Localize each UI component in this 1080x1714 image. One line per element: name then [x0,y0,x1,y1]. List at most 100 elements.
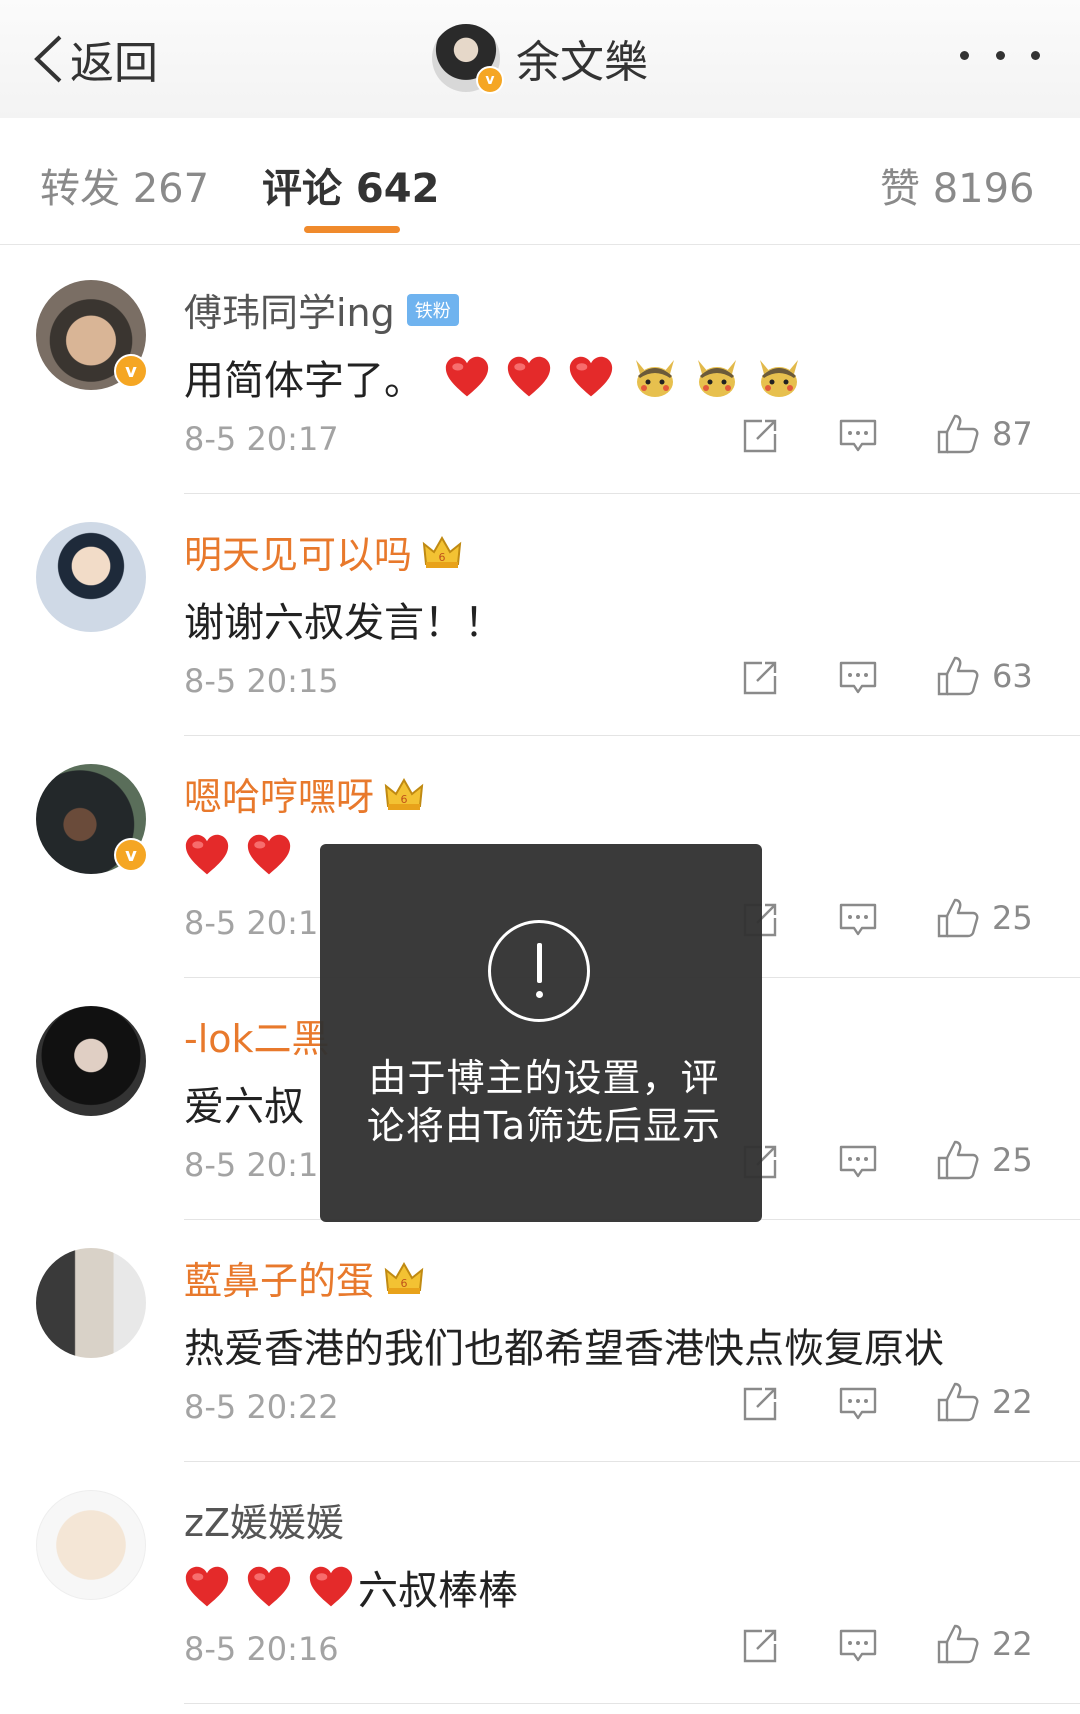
like-count: 22 [992,1625,1033,1663]
nav-bar: 返回 v 余文樂 [0,0,1080,119]
back-label: 返回 [70,38,158,89]
reply-icon[interactable] [838,900,878,940]
heart-emoji-icon [444,354,490,400]
pikachu-emoji-icon [692,354,742,400]
pikachu-emoji-icon [630,354,680,400]
thumbs-up-icon [936,412,980,456]
comment-text-content: 六叔棒棒 [358,1568,518,1614]
comment-username[interactable]: 藍鼻子的蛋 [184,1250,374,1305]
like-button[interactable]: 22 [936,1622,1033,1666]
like-button[interactable]: 63 [936,654,1033,698]
comment-text-content: 爱六叔 [184,1084,304,1130]
comment-time: 8-5 20:17 [184,420,339,458]
comment-username[interactable]: 嗯哈哼嘿呀 [184,766,374,821]
verified-icon: v [114,354,148,388]
comment-username[interactable]: 傅玮同学ing [184,282,395,337]
share-icon[interactable] [740,416,780,456]
comment-username[interactable]: -lok二黑 [184,1008,330,1063]
avatar[interactable]: v [36,764,148,874]
thumbs-up-icon [936,1138,980,1182]
like-count: 25 [992,1141,1033,1179]
verified-icon: v [114,838,148,872]
comment-user: -lok二黑 [184,1008,330,1063]
comment-time: 8-5 20:16 [184,1630,339,1668]
tab-repost[interactable]: 转发 267 [40,156,209,214]
like-count: 25 [992,899,1033,937]
comment-time: 8-5 20:15 [184,662,339,700]
like-button[interactable]: 25 [936,1138,1033,1182]
heart-emoji-icon [246,1564,292,1610]
comment-user: 明天见可以吗 [184,524,462,579]
like-button[interactable]: 25 [936,896,1033,940]
comment-time: 8-5 20:1 [184,1146,319,1184]
like-count: 87 [992,415,1033,453]
heart-emoji-icon [506,354,552,400]
crown-icon [384,776,424,812]
tab-likes[interactable]: 赞 8196 [880,156,1035,214]
like-button[interactable]: 87 [936,412,1033,456]
thumbs-up-icon [936,654,980,698]
comment-username[interactable]: 明天见可以吗 [184,524,412,579]
like-count: 63 [992,657,1033,695]
thumbs-up-icon [936,1622,980,1666]
tab-bar: 转发 267 评论 642 赞 8196 [0,118,1080,245]
comment-time: 8-5 20:1 [184,904,319,942]
heart-emoji-icon [246,832,292,878]
share-icon[interactable] [740,1384,780,1424]
comment-time: 8-5 20:22 [184,1388,339,1426]
list-item: 明天见可以吗 谢谢六叔发言！！ 8-5 20:15 63 [0,494,1080,736]
comment-text: 六叔棒棒 [184,1558,518,1616]
reply-icon[interactable] [838,1142,878,1182]
thumbs-up-icon [936,1380,980,1424]
back-button[interactable]: 返回 [32,24,158,94]
reply-icon[interactable] [838,1626,878,1666]
toast-dialog: 由于博主的设置，评论将由Ta筛选后显示 [320,844,762,1222]
comment-username[interactable]: zZ媛媛媛 [184,1492,344,1547]
share-icon[interactable] [740,1626,780,1666]
comment-text-content: 热爱香港的我们也都希望香港快点恢复原状 [184,1326,944,1372]
reply-icon[interactable] [838,658,878,698]
verified-icon: v [476,66,504,94]
comment-user: 藍鼻子的蛋 [184,1250,424,1305]
chevron-left-icon [34,35,62,83]
thumbs-up-icon [936,896,980,940]
crown-icon [384,1260,424,1296]
reply-icon[interactable] [838,416,878,456]
comment-text-content: 用简体字了。 [184,358,424,404]
comment-text: 爱六叔 [184,1074,304,1132]
heart-emoji-icon [184,832,230,878]
list-item: 藍鼻子的蛋 热爱香港的我们也都希望香港快点恢复原状 8-5 20:22 22 [0,1220,1080,1462]
comment-text: 用简体字了。 [184,348,816,406]
comment-text-content: 谢谢六叔发言！！ [184,600,504,646]
pikachu-emoji-icon [754,354,804,400]
toast-message: 由于博主的设置，评论将由Ta筛选后显示 [366,1056,722,1148]
comment-user: 傅玮同学ing 铁粉 [184,282,459,337]
list-item: v 傅玮同学ing 铁粉 用简体字了。 8-5 20:17 87 [0,252,1080,494]
comment-text [184,832,308,878]
avatar[interactable]: v [36,280,148,390]
profile-title[interactable]: v 余文樂 [432,18,648,98]
page-title: 余文樂 [516,37,648,88]
reply-icon[interactable] [838,1384,878,1424]
avatar[interactable] [36,1006,146,1116]
heart-emoji-icon [308,1564,354,1610]
tab-comments[interactable]: 评论 642 [262,156,439,214]
avatar[interactable] [36,522,146,632]
avatar[interactable] [36,1248,146,1358]
exclamation-icon [488,920,590,1022]
comment-user: 嗯哈哼嘿呀 [184,766,424,821]
comment-text: 谢谢六叔发言！！ [184,590,504,648]
tab-active-underline [304,226,400,233]
like-count: 22 [992,1383,1033,1421]
fan-badge: 铁粉 [406,293,459,326]
avatar[interactable] [36,1490,146,1600]
crown-icon [422,534,462,570]
list-item: zZ媛媛媛 六叔棒棒 8-5 20:16 22 [0,1462,1080,1704]
heart-emoji-icon [568,354,614,400]
comment-user: zZ媛媛媛 [184,1492,344,1547]
comment-text: 热爱香港的我们也都希望香港快点恢复原状 [184,1316,944,1374]
avatar[interactable]: v [432,24,504,94]
like-button[interactable]: 22 [936,1380,1033,1424]
share-icon[interactable] [740,658,780,698]
more-icon[interactable] [960,30,1040,80]
